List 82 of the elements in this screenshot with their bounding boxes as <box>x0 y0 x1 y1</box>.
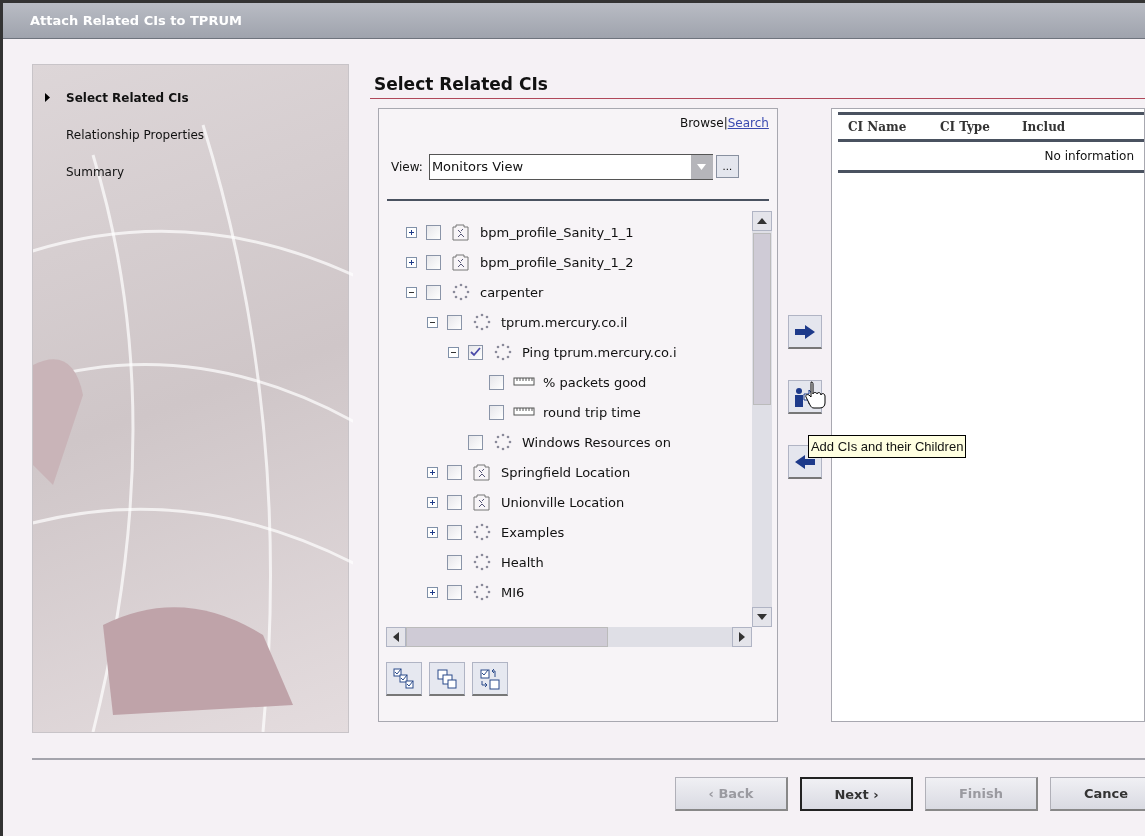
checkboxes-icon <box>393 667 415 690</box>
wizard-step[interactable]: Relationship Properties <box>33 116 348 153</box>
page-heading: Select Related CIs <box>370 64 1145 99</box>
profile-icon <box>450 222 472 242</box>
tree-item[interactable]: round trip time <box>543 404 641 420</box>
vertical-scrollbar[interactable] <box>752 211 772 627</box>
wizard-step[interactable]: Summary <box>33 153 348 190</box>
tree-item[interactable]: Unionville Location <box>501 494 625 510</box>
expand-icon[interactable] <box>406 226 417 238</box>
tree-item[interactable]: Ping tprum.mercury.co.i <box>522 344 677 360</box>
checkbox[interactable] <box>447 554 462 570</box>
expand-icon[interactable] <box>427 496 438 508</box>
dotted-circle-icon <box>471 312 493 332</box>
dotted-circle-icon <box>471 582 493 602</box>
tree-item[interactable]: carpenter <box>480 284 544 300</box>
wizard-button[interactable]: Next › <box>800 777 913 811</box>
scroll-right-icon[interactable] <box>739 632 745 642</box>
checkbox[interactable] <box>447 494 462 510</box>
browse-views-button[interactable]: ... <box>715 155 739 178</box>
tree-item[interactable]: % packets good <box>543 374 647 390</box>
hand-cursor-icon <box>804 381 827 409</box>
column-header[interactable]: CI Name <box>837 120 930 134</box>
tree-item[interactable]: tprum.mercury.co.il <box>501 314 628 330</box>
tree-item[interactable]: Examples <box>501 524 565 540</box>
scroll-down-icon[interactable] <box>757 614 767 620</box>
checkbox[interactable] <box>468 344 483 360</box>
column-header[interactable]: Includ <box>1021 120 1114 134</box>
wizard-button[interactable]: Cance <box>1050 777 1145 811</box>
browse-label[interactable]: Browse <box>679 116 724 134</box>
scroll-left-icon[interactable] <box>393 632 399 642</box>
checkbox[interactable] <box>447 524 462 540</box>
expand-icon[interactable] <box>406 256 417 268</box>
view-label: View: <box>391 159 423 174</box>
dotted-circle-icon <box>471 522 493 542</box>
select-all-button[interactable] <box>386 662 422 696</box>
checkbox[interactable] <box>447 464 462 480</box>
tree-item[interactable]: bpm_profile_Sanity_1_1 <box>480 224 634 240</box>
right-arrow-icon <box>795 324 816 339</box>
profile-icon <box>450 252 472 272</box>
window-title: Attach Related CIs to TPRUM <box>30 13 242 28</box>
collapse-icon[interactable] <box>427 316 438 328</box>
checkbox[interactable] <box>447 314 462 330</box>
ruler-icon <box>513 407 535 417</box>
checkbox[interactable] <box>468 434 483 450</box>
checkbox[interactable] <box>426 284 441 300</box>
checkbox[interactable] <box>447 584 462 600</box>
swap-checkbox-icon <box>479 667 501 690</box>
empty-squares-icon <box>436 667 458 690</box>
collapse-icon[interactable] <box>406 286 417 298</box>
dotted-circle-icon <box>492 342 514 362</box>
left-arrow-icon <box>795 454 816 469</box>
collapse-icon[interactable] <box>448 346 459 358</box>
invert-selection-button[interactable] <box>472 662 508 696</box>
checkbox[interactable] <box>426 224 441 240</box>
tree-item[interactable]: Windows Resources on <box>522 434 671 450</box>
empty-message: No information <box>1044 149 1134 163</box>
tooltip: Add CIs and their Children <box>807 435 967 458</box>
expand-icon[interactable] <box>427 586 438 598</box>
dotted-circle-icon <box>450 282 472 302</box>
dotted-circle-icon <box>471 552 493 572</box>
separator-text: | <box>723 116 728 132</box>
checkbox[interactable] <box>489 404 504 420</box>
current-step-icon <box>45 93 50 102</box>
horizontal-scrollbar[interactable] <box>386 627 752 647</box>
dotted-circle-icon <box>492 432 514 452</box>
expand-icon[interactable] <box>427 526 438 538</box>
profile-icon <box>471 462 493 482</box>
tree-item[interactable]: Springfield Location <box>501 464 631 480</box>
checkbox[interactable] <box>489 374 504 390</box>
scroll-up-icon[interactable] <box>757 218 767 224</box>
tree-item[interactable]: bpm_profile_Sanity_1_2 <box>480 254 634 270</box>
column-header[interactable]: CI Type <box>929 120 1022 134</box>
add-button[interactable] <box>788 315 823 349</box>
wizard-step[interactable]: Select Related CIs <box>33 79 348 116</box>
clear-all-button[interactable] <box>429 662 465 696</box>
ruler-icon <box>513 377 535 387</box>
tree-item[interactable]: MI6 <box>501 584 525 600</box>
view-dropdown[interactable]: Monitors View <box>428 153 713 180</box>
profile-icon <box>471 492 493 512</box>
tree-item[interactable]: Health <box>501 554 544 570</box>
expand-icon[interactable] <box>427 466 438 478</box>
checkbox[interactable] <box>426 254 441 270</box>
